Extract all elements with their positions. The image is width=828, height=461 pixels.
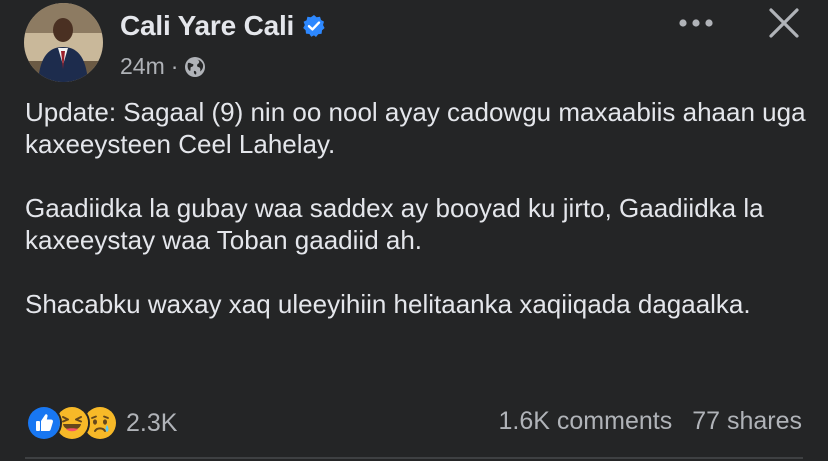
reaction-count: 2.3K [126, 408, 178, 437]
post-meta: 24m · [120, 53, 206, 80]
footer-divider [25, 457, 803, 459]
avatar-image [24, 3, 103, 82]
shares-link[interactable]: 77 shares [692, 407, 802, 436]
post-paragraph: Gaadiidka la gubay waa saddex ay booyad … [25, 193, 764, 255]
post-paragraph: Update: Sagaal (9) nin oo nool ayay cado… [25, 97, 806, 159]
reactions-summary[interactable]: 2.3K [26, 405, 177, 441]
facebook-post: Cali Yare Cali 24m · Update: Sagaal (9) … [0, 0, 828, 461]
close-icon [769, 8, 799, 38]
post-timestamp[interactable]: 24m [120, 53, 165, 80]
post-header: Cali Yare Cali 24m · [0, 0, 828, 90]
verified-badge-icon [302, 14, 326, 38]
post-footer: 2.3K 1.6K comments 77 shares [0, 398, 828, 448]
author-name[interactable]: Cali Yare Cali [120, 10, 294, 42]
author-row: Cali Yare Cali [120, 10, 326, 42]
author-avatar[interactable] [24, 3, 103, 82]
close-button[interactable] [766, 6, 802, 40]
post-paragraph: Shacabku waxay xaq uleeyihiin helitaanka… [25, 289, 751, 319]
more-horizontal-icon [679, 19, 713, 27]
more-options-button[interactable] [676, 10, 716, 36]
like-icon [26, 405, 62, 441]
globe-icon[interactable] [184, 56, 206, 78]
engagement-stats: 1.6K comments 77 shares [499, 407, 802, 436]
meta-separator: · [170, 53, 179, 79]
post-body: Update: Sagaal (9) nin oo nool ayay cado… [25, 96, 815, 320]
comments-link[interactable]: 1.6K comments [499, 407, 673, 436]
